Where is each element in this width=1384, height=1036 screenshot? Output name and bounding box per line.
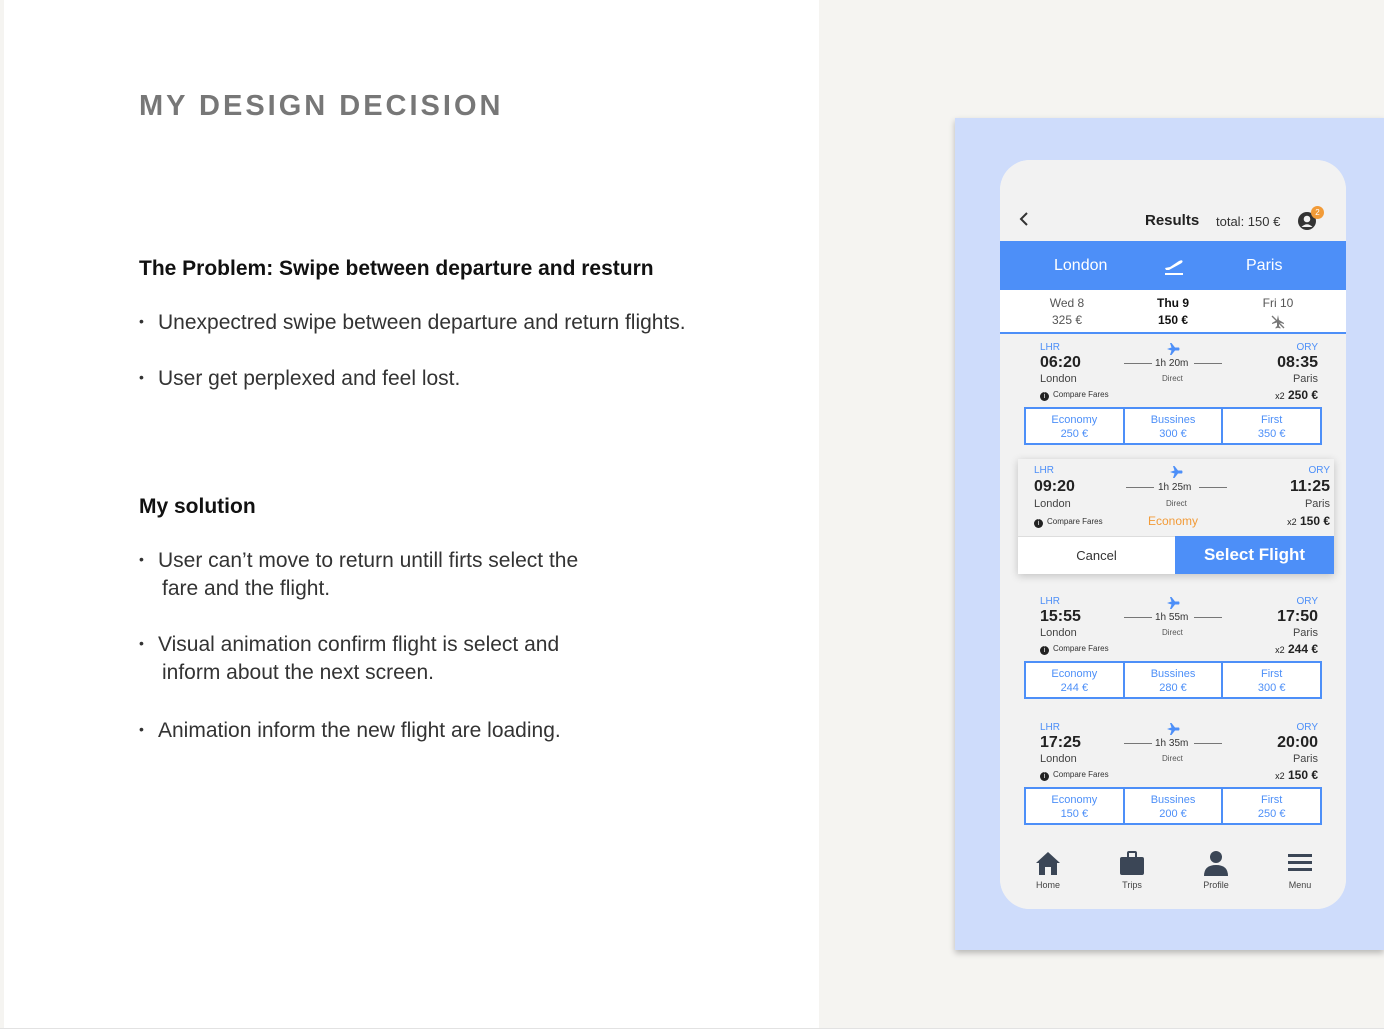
phone-mockup: Results total: 150 € 2 London Paris Wed … bbox=[1000, 160, 1346, 909]
page-title: Results bbox=[1145, 212, 1200, 229]
compare-fares-link[interactable]: i Compare Fares bbox=[1040, 644, 1109, 655]
app-header: Results total: 150 € 2 bbox=[1000, 160, 1346, 241]
info-icon: i bbox=[1040, 646, 1049, 655]
plane-icon bbox=[1170, 466, 1183, 478]
takeoff-icon bbox=[1165, 260, 1183, 275]
route-bar[interactable]: London Paris bbox=[1000, 241, 1346, 290]
flight-price: x2 150 € bbox=[1275, 768, 1318, 782]
flight-card[interactable]: LHR 15:55 London 1h 55m Direct ORY 17:50… bbox=[1024, 594, 1322, 706]
notification-badge: 2 bbox=[1311, 206, 1324, 219]
date-tab-wed[interactable]: Wed 8 325 € bbox=[1027, 295, 1107, 329]
compare-fares-link[interactable]: i Compare Fares bbox=[1040, 770, 1109, 781]
tab-profile[interactable]: Profile bbox=[1186, 848, 1246, 890]
problem-bullet: • User get perplexed and feel lost. bbox=[139, 367, 461, 390]
plane-icon bbox=[1167, 723, 1180, 735]
fare-economy[interactable]: Economy 250 € bbox=[1026, 409, 1125, 443]
solution-heading: My solution bbox=[139, 495, 256, 518]
selected-fare-label: Economy bbox=[1148, 514, 1199, 528]
fare-first[interactable]: First 350 € bbox=[1223, 409, 1320, 443]
fare-first[interactable]: First 300 € bbox=[1223, 663, 1320, 697]
selected-flight-card: LHR 09:20 London 1h 25m Direct ORY 11:25… bbox=[1018, 459, 1334, 574]
solution-bullet: • User can’t move to return untill firts … bbox=[139, 549, 579, 600]
compare-fares-link[interactable]: i Compare Fares bbox=[1034, 517, 1103, 528]
date-tab-thu[interactable]: Thu 9 150 € bbox=[1133, 295, 1213, 329]
fare-business[interactable]: Bussines 200 € bbox=[1125, 789, 1224, 823]
solution-bullet: • Animation inform the new flight are loa… bbox=[139, 719, 561, 742]
fare-economy[interactable]: Economy 150 € bbox=[1026, 789, 1125, 823]
slide-bottom-edge bbox=[0, 1028, 1384, 1036]
fare-options: Economy 250 € Bussines 300 € First 350 € bbox=[1024, 407, 1322, 445]
plane-icon bbox=[1167, 343, 1180, 355]
info-icon: i bbox=[1034, 519, 1043, 528]
cancel-button[interactable]: Cancel bbox=[1018, 536, 1175, 574]
flight-card[interactable]: LHR 06:20 London 1h 20m Direct ORY 08:35… bbox=[1024, 340, 1322, 452]
flight-price: x2 150 € bbox=[1287, 514, 1330, 528]
solution-bullet: • Visual animation confirm flight is sele… bbox=[139, 633, 560, 684]
info-icon: i bbox=[1040, 392, 1049, 401]
date-selector: Wed 8 325 € Thu 9 150 € Fri 10 bbox=[1000, 290, 1346, 334]
info-icon: i bbox=[1040, 772, 1049, 781]
menu-icon bbox=[1288, 854, 1312, 871]
slide-title: MY DESIGN DECISION bbox=[139, 90, 504, 122]
chevron-left-icon[interactable] bbox=[1018, 212, 1030, 226]
flight-price: x2 250 € bbox=[1275, 388, 1318, 402]
person-icon bbox=[1204, 851, 1228, 876]
problem-bullet: • Unexpectred swipe between departure and… bbox=[139, 311, 686, 334]
plane-icon bbox=[1167, 597, 1180, 609]
fare-economy[interactable]: Economy 244 € bbox=[1026, 663, 1125, 697]
flight-price: x2 244 € bbox=[1275, 642, 1318, 656]
problem-heading: The Problem: Swipe between departure and… bbox=[139, 257, 654, 280]
fare-options: Economy 150 € Bussines 200 € First 250 € bbox=[1024, 787, 1322, 825]
date-tab-fri[interactable]: Fri 10 bbox=[1238, 295, 1318, 335]
fare-business[interactable]: Bussines 280 € bbox=[1125, 663, 1224, 697]
fare-options: Economy 244 € Bussines 280 € First 300 € bbox=[1024, 661, 1322, 699]
select-flight-button[interactable]: Select Flight bbox=[1175, 536, 1334, 574]
compare-fares-link[interactable]: i Compare Fares bbox=[1040, 390, 1109, 401]
tab-trips[interactable]: Trips bbox=[1102, 848, 1162, 890]
fare-business[interactable]: Bussines 300 € bbox=[1125, 409, 1224, 443]
fare-first[interactable]: First 250 € bbox=[1223, 789, 1320, 823]
home-icon bbox=[1036, 852, 1060, 875]
tab-menu[interactable]: Menu bbox=[1270, 848, 1330, 890]
route-origin: London bbox=[1054, 257, 1108, 274]
route-destination: Paris bbox=[1246, 257, 1283, 274]
no-flights-icon bbox=[1271, 315, 1285, 329]
briefcase-icon bbox=[1120, 851, 1144, 875]
slide-text-panel bbox=[4, 0, 819, 1028]
total-price: total: 150 € bbox=[1216, 214, 1281, 229]
flight-card[interactable]: LHR 17:25 London 1h 35m Direct ORY 20:00… bbox=[1024, 720, 1322, 832]
tab-home[interactable]: Home bbox=[1018, 848, 1078, 890]
bottom-tab-bar: Home Trips Profile Menu bbox=[1000, 832, 1346, 909]
